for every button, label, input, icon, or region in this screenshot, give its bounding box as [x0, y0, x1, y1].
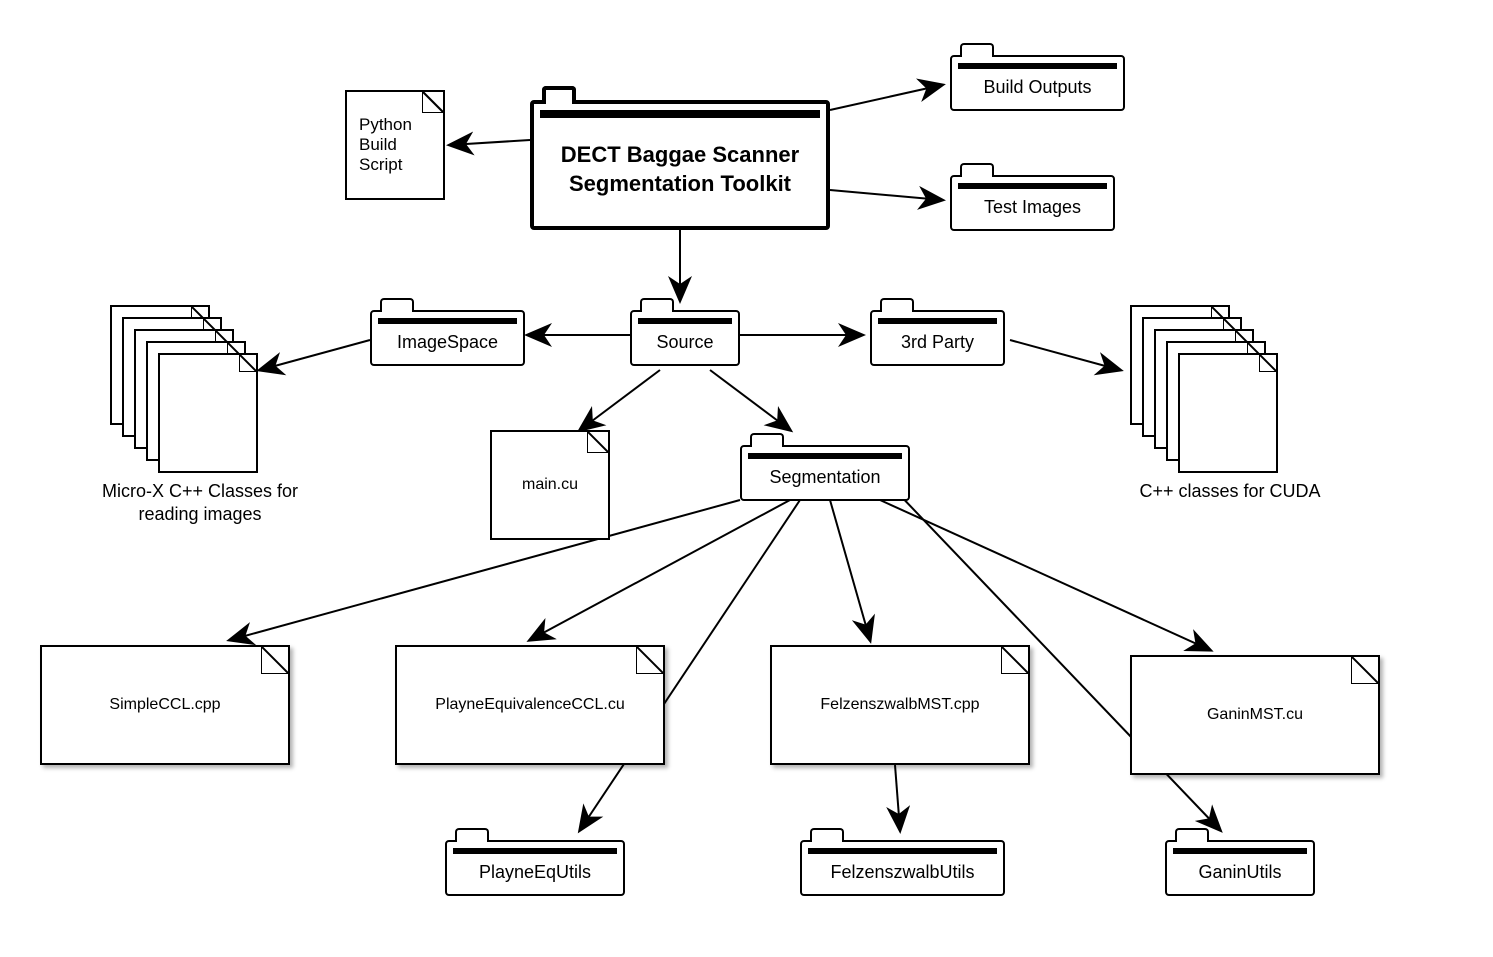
test-images-folder: Test Images	[950, 175, 1115, 231]
build-outputs-folder: Build Outputs	[950, 55, 1125, 111]
ganin-utils-folder: GaninUtils	[1165, 840, 1315, 896]
python-build-script-note: Python Build Script	[345, 90, 445, 200]
root-label: DECT Baggae Scanner Segmentation Toolkit	[534, 119, 826, 210]
playne-ccl-note: PlayneEquivalenceCCL.cu	[395, 645, 665, 765]
simple-ccl-note: SimpleCCL.cpp	[40, 645, 290, 765]
main-cu-label: main.cu	[510, 466, 590, 504]
playne-utils-folder: PlayneEqUtils	[445, 840, 625, 896]
playne-ccl-label: PlayneEquivalenceCCL.cu	[423, 686, 636, 724]
root-folder: DECT Baggae Scanner Segmentation Toolkit	[530, 100, 830, 230]
felz-utils-folder: FelzenszwalbUtils	[800, 840, 1005, 896]
python-build-script-label: Python Build Script	[347, 105, 443, 185]
third-party-folder: 3rd Party	[870, 310, 1005, 366]
segmentation-folder: Segmentation	[740, 445, 910, 501]
felz-mst-note: FelzenszwalbMST.cpp	[770, 645, 1030, 765]
right-stack-caption: C++ classes for CUDA	[1100, 480, 1360, 503]
simple-ccl-label: SimpleCCL.cpp	[97, 686, 232, 724]
source-folder: Source	[630, 310, 740, 366]
felz-mst-label: FelzenszwalbMST.cpp	[808, 686, 991, 724]
left-stack-caption: Micro-X C++ Classes for reading images	[70, 480, 330, 527]
diagram-canvas: DECT Baggae Scanner Segmentation Toolkit…	[0, 0, 1493, 957]
ganin-mst-note: GaninMST.cu	[1130, 655, 1380, 775]
ganin-mst-label: GaninMST.cu	[1195, 696, 1315, 734]
main-cu-note: main.cu	[490, 430, 610, 540]
imagespace-folder: ImageSpace	[370, 310, 525, 366]
